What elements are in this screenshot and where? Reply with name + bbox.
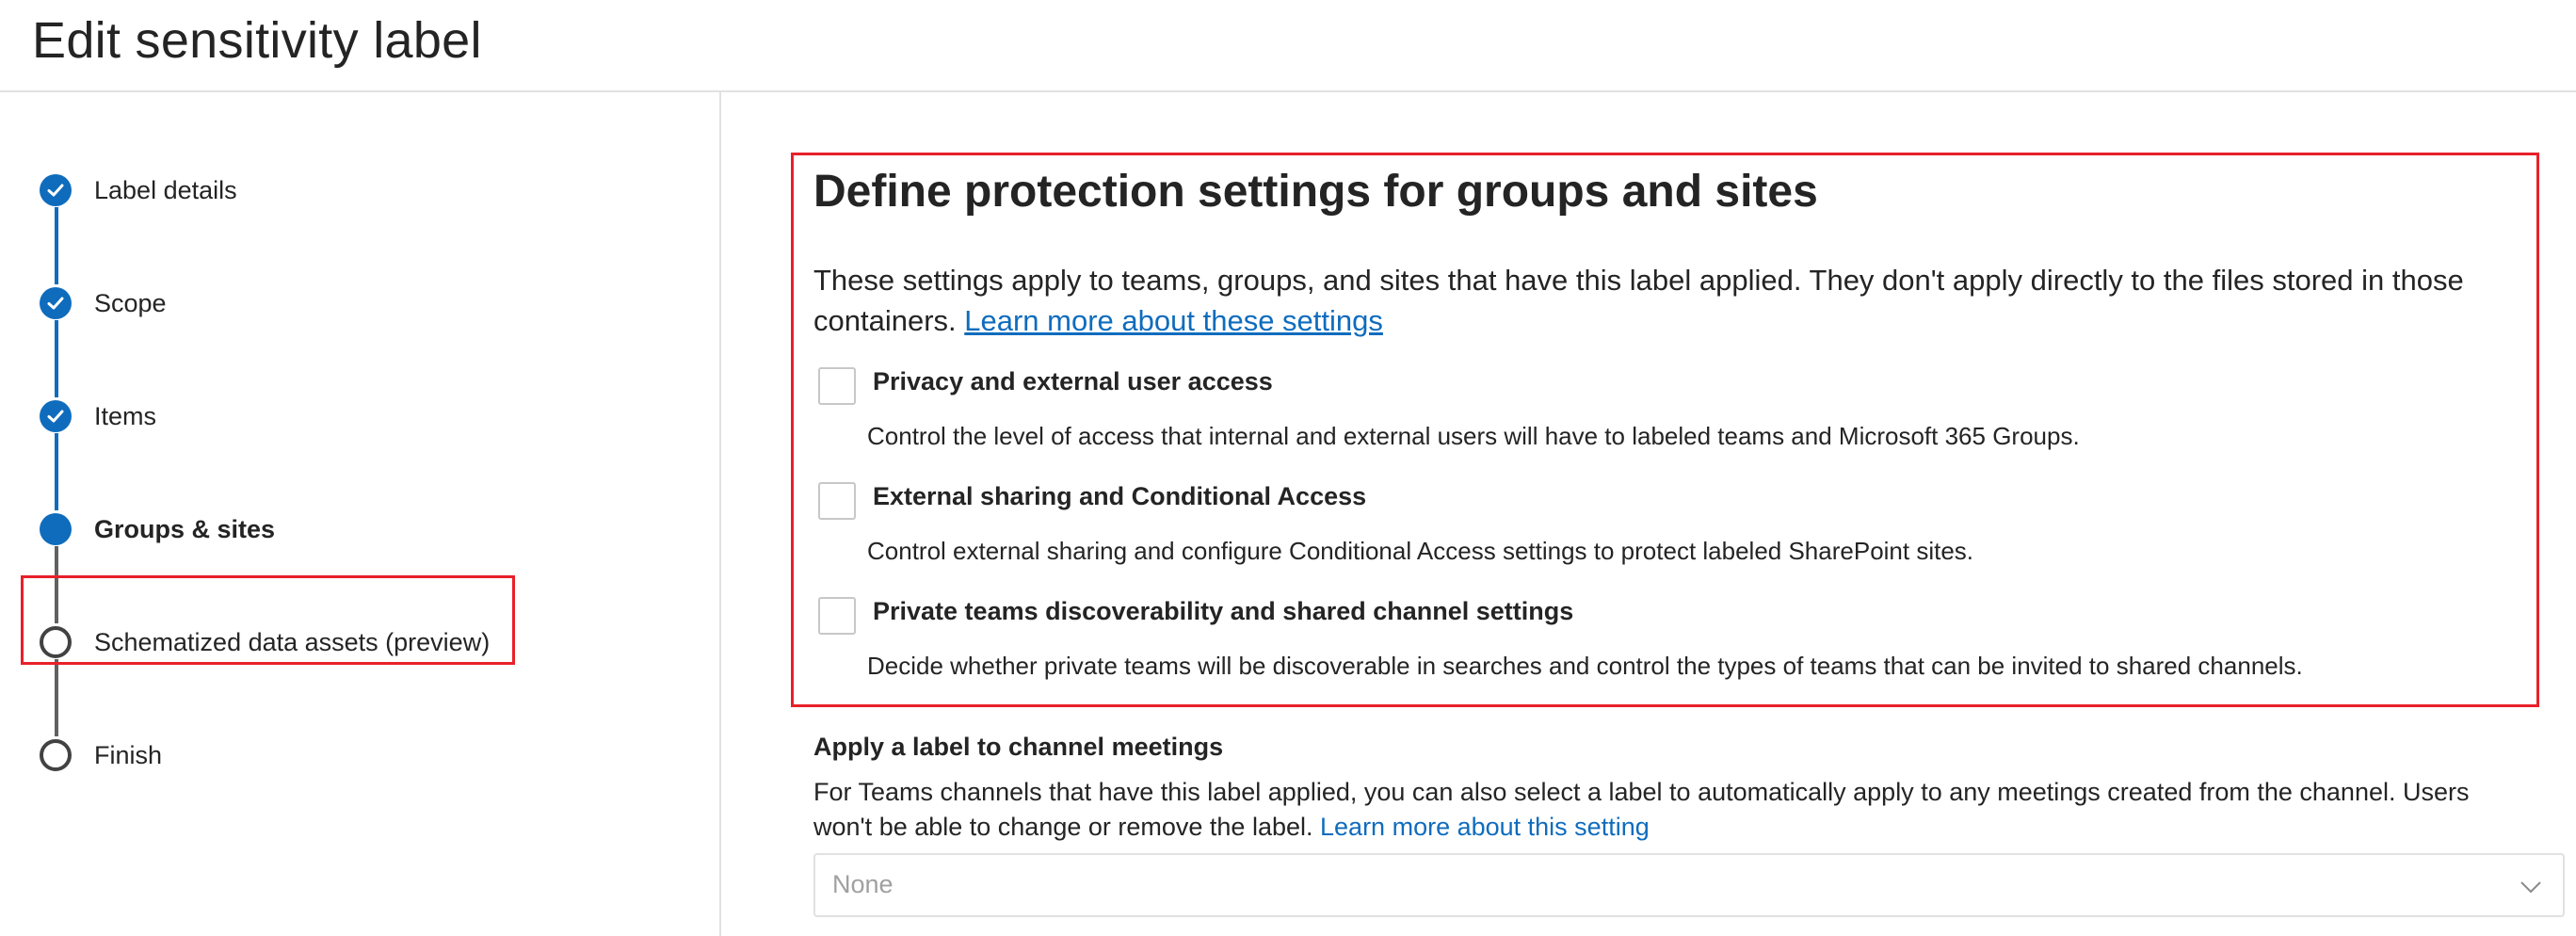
section-heading: Define protection settings for groups an…	[813, 167, 1818, 217]
step-label: Label details	[94, 175, 237, 204]
step-label: Groups & sites	[94, 514, 276, 543]
page-title: Edit sensitivity label	[32, 12, 482, 69]
edit-sensitivity-label-page: Edit sensitivity label Label details Sco…	[0, 0, 2576, 936]
private-teams-checkbox[interactable]	[818, 597, 856, 635]
step-label: Items	[94, 401, 157, 430]
option-description: Control external sharing and configure C…	[867, 537, 1974, 565]
main-content: Define protection settings for groups an…	[723, 92, 2576, 936]
wizard-sidebar: Label details Scope Items Groups & sites…	[0, 92, 721, 936]
channel-meetings-title: Apply a label to channel meetings	[813, 733, 1224, 761]
option-description: Control the level of access that interna…	[867, 422, 2080, 450]
checkmark-icon	[40, 400, 72, 432]
step-connector	[55, 433, 58, 510]
channel-meeting-label-select[interactable]: None	[813, 853, 2565, 917]
step-connector	[55, 320, 58, 397]
option-title[interactable]: External sharing and Conditional Access	[873, 482, 1366, 511]
external-sharing-checkbox[interactable]	[818, 482, 856, 520]
step-scope[interactable]: Scope	[40, 284, 167, 322]
step-groups-sites[interactable]: Groups & sites	[40, 510, 275, 548]
pending-step-icon	[40, 739, 72, 771]
chevron-down-icon	[2520, 881, 2541, 894]
step-finish[interactable]: Finish	[40, 736, 162, 774]
current-step-icon	[40, 513, 72, 545]
step-connector	[55, 659, 58, 736]
option-title[interactable]: Privacy and external user access	[873, 367, 1273, 396]
channel-meetings-description: For Teams channels that have this label …	[813, 775, 2527, 845]
step-label-details[interactable]: Label details	[40, 171, 237, 209]
option-title[interactable]: Private teams discoverability and shared…	[873, 597, 1573, 626]
step-label: Finish	[94, 740, 163, 769]
select-value: None	[832, 870, 894, 898]
header-bar: Edit sensitivity label	[0, 0, 2576, 92]
privacy-external-access-checkbox[interactable]	[818, 367, 856, 405]
current-step-highlight	[21, 575, 515, 665]
learn-more-setting-link[interactable]: Learn more about this setting	[1320, 813, 1650, 841]
step-label: Scope	[94, 288, 167, 317]
step-items[interactable]: Items	[40, 397, 156, 435]
option-description: Decide whether private teams will be dis…	[867, 652, 2303, 680]
checkmark-icon	[40, 287, 72, 319]
section-description: These settings apply to teams, groups, a…	[813, 260, 2527, 341]
learn-more-settings-link[interactable]: Learn more about these settings	[964, 304, 1383, 337]
step-connector	[55, 207, 58, 284]
checkmark-icon	[40, 174, 72, 206]
